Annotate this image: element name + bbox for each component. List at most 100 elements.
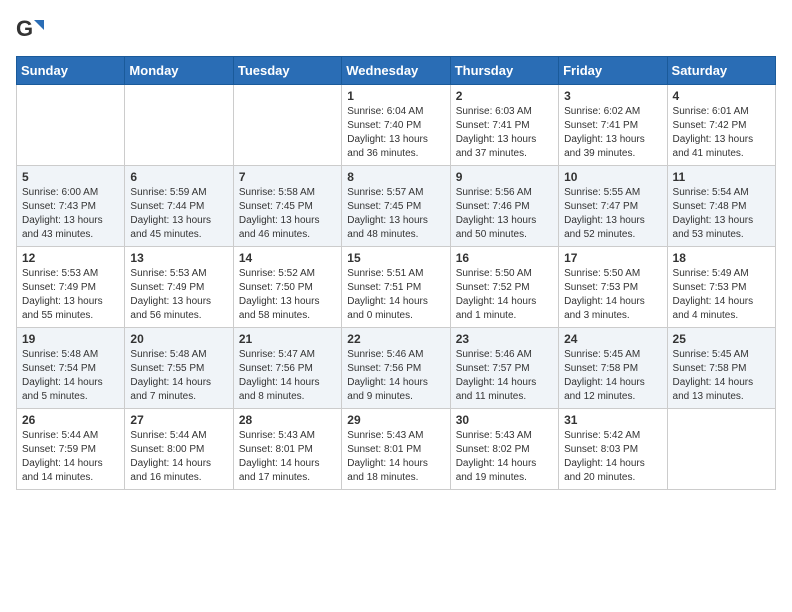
- calendar-cell: 5Sunrise: 6:00 AM Sunset: 7:43 PM Daylig…: [17, 166, 125, 247]
- calendar-cell: 1 Sunrise: 6:04 AM Sunset: 7:40 PM Daylig…: [342, 85, 450, 166]
- day-number: 31: [564, 413, 661, 427]
- calendar-cell: 31 Sunrise: 5:42 AM Sunset: 8:03 PM Dayli…: [559, 409, 667, 490]
- day-number: 5: [22, 170, 119, 184]
- day-info: Sunrise: 5:46 AM Sunset: 7:56 PM Dayligh…: [347, 348, 444, 404]
- day-info: Sunrise: 6:04 AM Sunset: 7:40 PM Dayligh…: [347, 105, 444, 161]
- day-number: 30: [456, 413, 553, 427]
- calendar-week-row: 26Sunrise: 5:44 AM Sunset: 7:59 PM Dayli…: [17, 409, 776, 490]
- calendar-cell: 11Sunrise: 5:54 AM Sunset: 7:48 PM Dayli…: [667, 166, 775, 247]
- day-number: 23: [456, 332, 553, 346]
- day-header-thursday: Thursday: [450, 57, 558, 85]
- page-header: G: [16, 16, 776, 44]
- calendar-cell: 3 Sunrise: 6:02 AM Sunset: 7:41 PM Daylig…: [559, 85, 667, 166]
- day-info: Sunrise: 5:53 AM Sunset: 7:49 PM Dayligh…: [130, 267, 227, 323]
- calendar-cell: [17, 85, 125, 166]
- day-number: 11: [673, 170, 770, 184]
- day-header-wednesday: Wednesday: [342, 57, 450, 85]
- day-number: 16: [456, 251, 553, 265]
- calendar-cell: 6 Sunrise: 5:59 AM Sunset: 7:44 PM Daylig…: [125, 166, 233, 247]
- day-number: 18: [673, 251, 770, 265]
- day-info: Sunrise: 5:51 AM Sunset: 7:51 PM Dayligh…: [347, 267, 444, 323]
- calendar-cell: 30 Sunrise: 5:43 AM Sunset: 8:02 PM Dayli…: [450, 409, 558, 490]
- calendar-cell: 13 Sunrise: 5:53 AM Sunset: 7:49 PM Dayli…: [125, 247, 233, 328]
- calendar-cell: 10Sunrise: 5:55 AM Sunset: 7:47 PM Dayli…: [559, 166, 667, 247]
- day-number: 22: [347, 332, 444, 346]
- day-header-tuesday: Tuesday: [233, 57, 341, 85]
- calendar-week-row: 12 Sunrise: 5:53 AM Sunset: 7:49 PM Dayli…: [17, 247, 776, 328]
- day-header-saturday: Saturday: [667, 57, 775, 85]
- day-number: 24: [564, 332, 661, 346]
- day-info: Sunrise: 5:44 AM Sunset: 8:00 PM Dayligh…: [130, 429, 227, 485]
- day-number: 4: [673, 89, 770, 103]
- calendar-week-row: 19 Sunrise: 5:48 AM Sunset: 7:54 PM Dayli…: [17, 328, 776, 409]
- day-info: Sunrise: 5:43 AM Sunset: 8:02 PM Dayligh…: [456, 429, 553, 485]
- calendar-week-row: 1 Sunrise: 6:04 AM Sunset: 7:40 PM Daylig…: [17, 85, 776, 166]
- calendar-table: SundayMondayTuesdayWednesdayThursdayFrid…: [16, 56, 776, 490]
- calendar-cell: 4 Sunrise: 6:01 AM Sunset: 7:42 PM Daylig…: [667, 85, 775, 166]
- calendar-cell: 24 Sunrise: 5:45 AM Sunset: 7:58 PM Dayli…: [559, 328, 667, 409]
- calendar-cell: 12 Sunrise: 5:53 AM Sunset: 7:49 PM Dayli…: [17, 247, 125, 328]
- day-info: Sunrise: 5:53 AM Sunset: 7:49 PM Dayligh…: [22, 267, 119, 323]
- calendar-cell: 7 Sunrise: 5:58 AM Sunset: 7:45 PM Daylig…: [233, 166, 341, 247]
- calendar-header-row: SundayMondayTuesdayWednesdayThursdayFrid…: [17, 57, 776, 85]
- calendar-cell: 23 Sunrise: 5:46 AM Sunset: 7:57 PM Dayli…: [450, 328, 558, 409]
- day-number: 2: [456, 89, 553, 103]
- day-info: Sunrise: 5:59 AM Sunset: 7:44 PM Dayligh…: [130, 186, 227, 242]
- day-number: 3: [564, 89, 661, 103]
- day-info: Sunrise: 5:43 AM Sunset: 8:01 PM Dayligh…: [239, 429, 336, 485]
- day-info: Sunrise: 6:02 AM Sunset: 7:41 PM Dayligh…: [564, 105, 661, 161]
- day-number: 8: [347, 170, 444, 184]
- day-number: 17: [564, 251, 661, 265]
- day-number: 29: [347, 413, 444, 427]
- calendar-cell: 2 Sunrise: 6:03 AM Sunset: 7:41 PM Daylig…: [450, 85, 558, 166]
- day-number: 28: [239, 413, 336, 427]
- day-number: 1: [347, 89, 444, 103]
- logo-icon: G: [16, 16, 44, 44]
- day-info: Sunrise: 5:45 AM Sunset: 7:58 PM Dayligh…: [673, 348, 770, 404]
- day-info: Sunrise: 6:01 AM Sunset: 7:42 PM Dayligh…: [673, 105, 770, 161]
- day-number: 19: [22, 332, 119, 346]
- day-info: Sunrise: 5:49 AM Sunset: 7:53 PM Dayligh…: [673, 267, 770, 323]
- day-info: Sunrise: 5:48 AM Sunset: 7:55 PM Dayligh…: [130, 348, 227, 404]
- day-number: 25: [673, 332, 770, 346]
- day-number: 6: [130, 170, 227, 184]
- day-header-monday: Monday: [125, 57, 233, 85]
- calendar-cell: 26Sunrise: 5:44 AM Sunset: 7:59 PM Dayli…: [17, 409, 125, 490]
- day-info: Sunrise: 5:48 AM Sunset: 7:54 PM Dayligh…: [22, 348, 119, 404]
- day-number: 20: [130, 332, 227, 346]
- day-info: Sunrise: 5:50 AM Sunset: 7:53 PM Dayligh…: [564, 267, 661, 323]
- calendar-cell: 29Sunrise: 5:43 AM Sunset: 8:01 PM Dayli…: [342, 409, 450, 490]
- day-info: Sunrise: 6:03 AM Sunset: 7:41 PM Dayligh…: [456, 105, 553, 161]
- calendar-cell: 19 Sunrise: 5:48 AM Sunset: 7:54 PM Dayli…: [17, 328, 125, 409]
- day-info: Sunrise: 5:45 AM Sunset: 7:58 PM Dayligh…: [564, 348, 661, 404]
- day-info: Sunrise: 5:44 AM Sunset: 7:59 PM Dayligh…: [22, 429, 119, 485]
- calendar-cell: 28 Sunrise: 5:43 AM Sunset: 8:01 PM Dayli…: [233, 409, 341, 490]
- calendar-cell: 15 Sunrise: 5:51 AM Sunset: 7:51 PM Dayli…: [342, 247, 450, 328]
- calendar-cell: 22 Sunrise: 5:46 AM Sunset: 7:56 PM Dayli…: [342, 328, 450, 409]
- calendar-cell: 14Sunrise: 5:52 AM Sunset: 7:50 PM Dayli…: [233, 247, 341, 328]
- calendar-cell: 18 Sunrise: 5:49 AM Sunset: 7:53 PM Dayli…: [667, 247, 775, 328]
- day-info: Sunrise: 5:58 AM Sunset: 7:45 PM Dayligh…: [239, 186, 336, 242]
- day-info: Sunrise: 5:42 AM Sunset: 8:03 PM Dayligh…: [564, 429, 661, 485]
- day-number: 9: [456, 170, 553, 184]
- calendar-cell: 16Sunrise: 5:50 AM Sunset: 7:52 PM Dayli…: [450, 247, 558, 328]
- calendar-cell: [667, 409, 775, 490]
- day-info: Sunrise: 5:57 AM Sunset: 7:45 PM Dayligh…: [347, 186, 444, 242]
- day-number: 13: [130, 251, 227, 265]
- day-info: Sunrise: 5:47 AM Sunset: 7:56 PM Dayligh…: [239, 348, 336, 404]
- day-number: 14: [239, 251, 336, 265]
- calendar-cell: 25 Sunrise: 5:45 AM Sunset: 7:58 PM Dayli…: [667, 328, 775, 409]
- svg-text:G: G: [16, 16, 33, 41]
- day-info: Sunrise: 5:56 AM Sunset: 7:46 PM Dayligh…: [456, 186, 553, 242]
- day-number: 15: [347, 251, 444, 265]
- day-number: 21: [239, 332, 336, 346]
- day-info: Sunrise: 5:55 AM Sunset: 7:47 PM Dayligh…: [564, 186, 661, 242]
- calendar-week-row: 5Sunrise: 6:00 AM Sunset: 7:43 PM Daylig…: [17, 166, 776, 247]
- calendar-cell: [233, 85, 341, 166]
- day-number: 7: [239, 170, 336, 184]
- day-info: Sunrise: 5:46 AM Sunset: 7:57 PM Dayligh…: [456, 348, 553, 404]
- calendar-cell: [125, 85, 233, 166]
- calendar-cell: 9 Sunrise: 5:56 AM Sunset: 7:46 PM Daylig…: [450, 166, 558, 247]
- calendar-cell: 8 Sunrise: 5:57 AM Sunset: 7:45 PM Daylig…: [342, 166, 450, 247]
- day-number: 12: [22, 251, 119, 265]
